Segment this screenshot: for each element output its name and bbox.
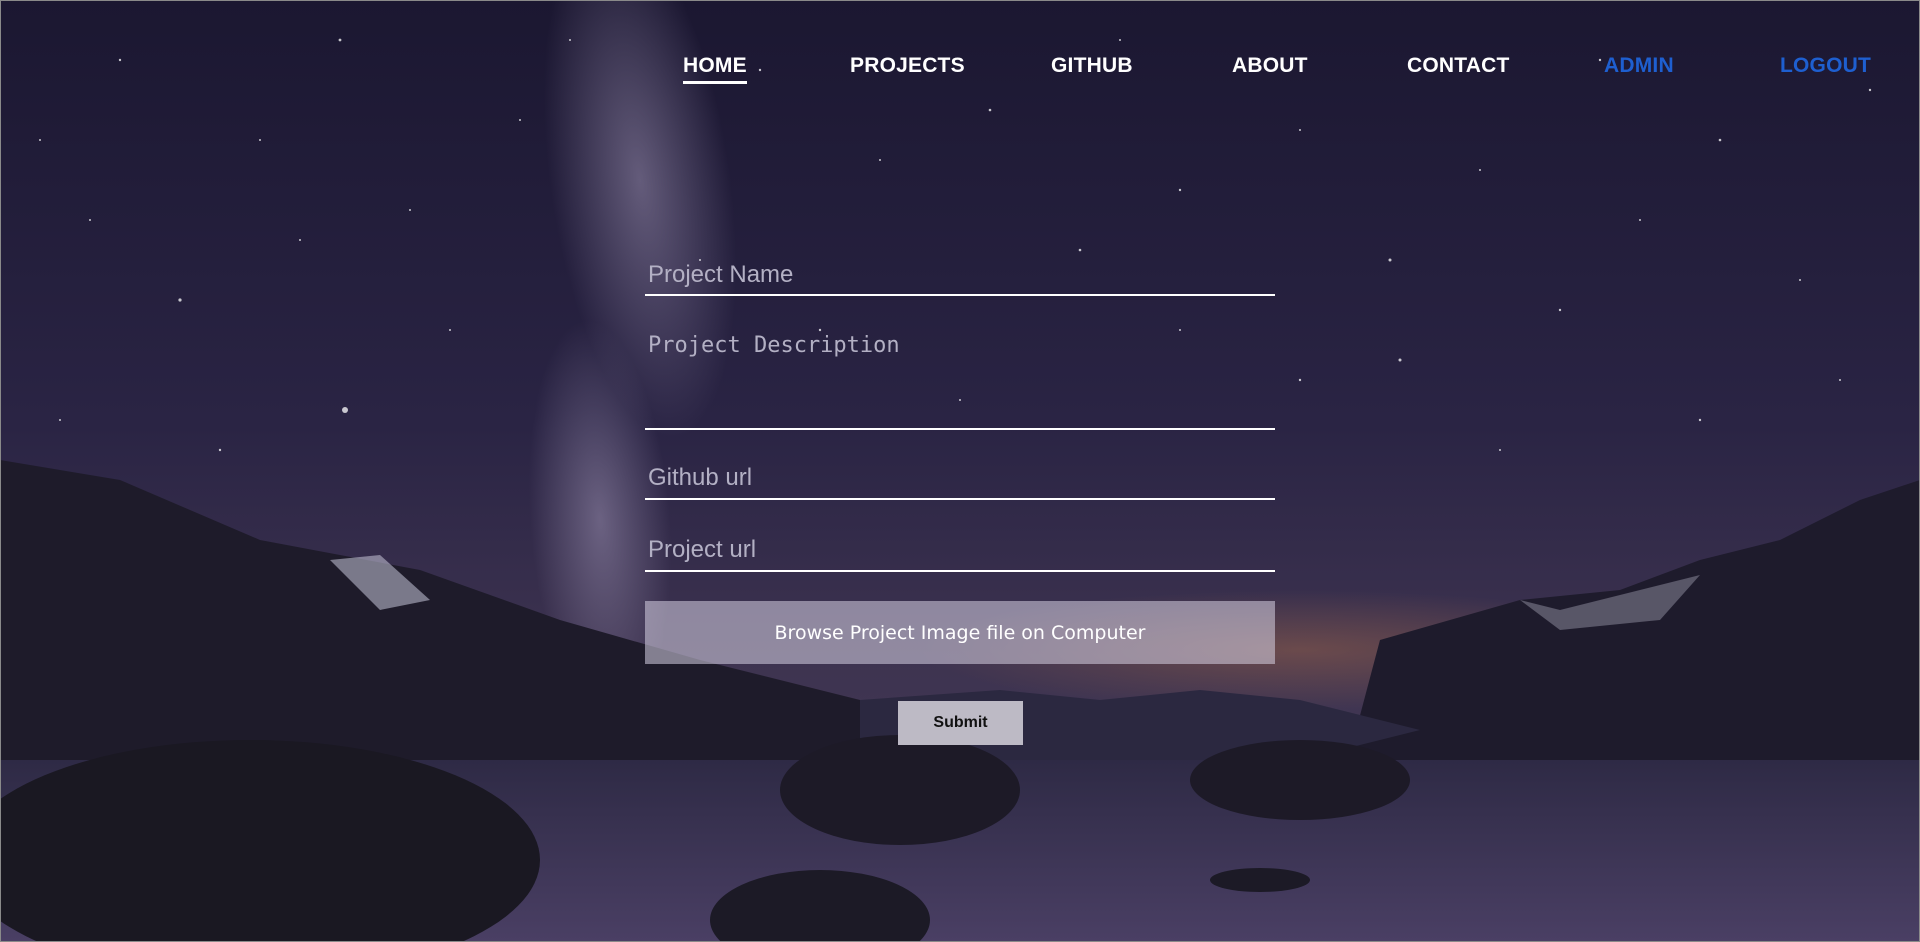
github-url-input[interactable] (645, 458, 1275, 500)
nav-admin-link[interactable]: ADMIN (1604, 52, 1674, 80)
nav-github-link[interactable]: GITHUB (1051, 52, 1133, 80)
project-name-input[interactable] (645, 256, 1275, 296)
submit-button[interactable]: Submit (898, 701, 1023, 745)
nav-home-link[interactable]: HOME (683, 52, 747, 84)
project-description-textarea[interactable] (645, 328, 1275, 430)
nav-contact-link[interactable]: CONTACT (1407, 52, 1510, 80)
nav-logout-link[interactable]: LOGOUT (1780, 52, 1871, 80)
top-navigation: HOME PROJECTS GITHUB ABOUT CONTACT ADMIN… (0, 52, 1920, 92)
project-url-input[interactable] (645, 530, 1275, 572)
browse-image-file-label: Browse Project Image file on Computer (774, 621, 1146, 644)
page: HOME PROJECTS GITHUB ABOUT CONTACT ADMIN… (0, 0, 1920, 942)
browse-image-file-button[interactable]: Browse Project Image file on Computer (645, 601, 1275, 664)
nav-about-link[interactable]: ABOUT (1232, 52, 1308, 80)
nav-projects-link[interactable]: PROJECTS (850, 52, 965, 80)
